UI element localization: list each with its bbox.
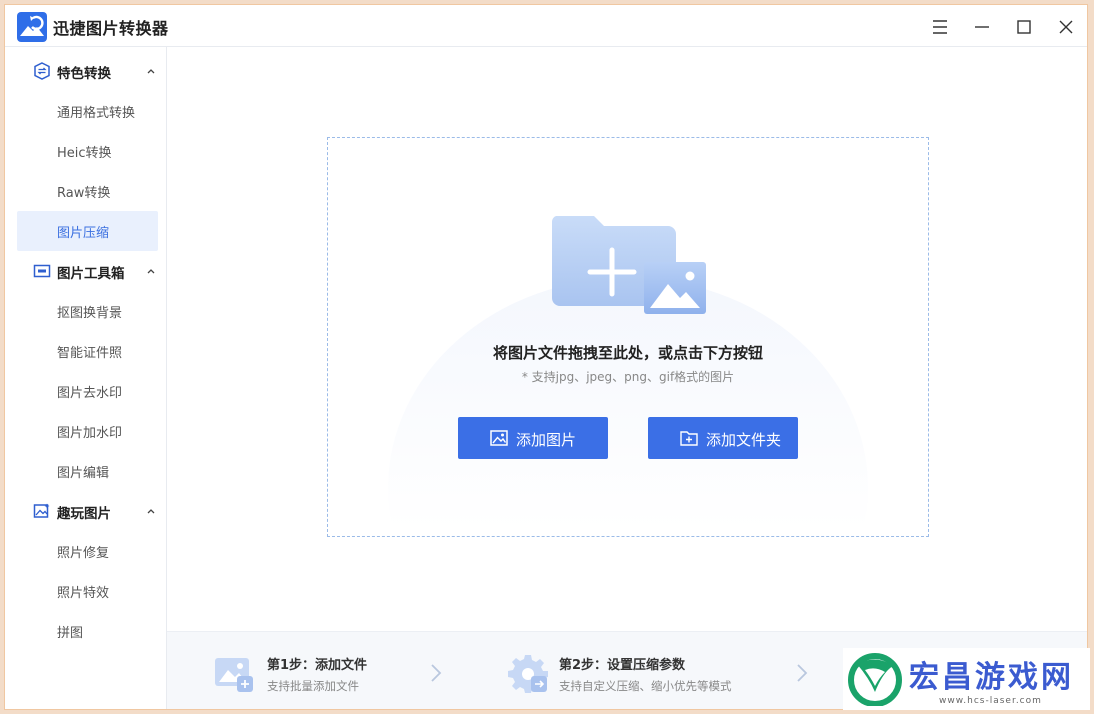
watermark-logo-icon (848, 653, 902, 706)
drop-zone-title: 将图片文件拖拽至此处，或点击下方按钮 (492, 344, 763, 362)
sidebar-item-remove-watermark[interactable]: 图片去水印 (17, 371, 158, 411)
sidebar-item-label: 通用格式转换 (57, 106, 136, 121)
add-folder-illustration-icon (551, 216, 706, 314)
app-logo-icon (17, 12, 47, 42)
sidebar-item-photo-repair[interactable]: 照片修复 (17, 531, 158, 571)
drop-zone[interactable]: 将图片文件拖拽至此处，或点击下方按钮 * 支持jpg、jpeg、png、gif格… (327, 137, 929, 537)
sidebar-item-label: 智能证件照 (57, 346, 123, 361)
group-feature-convert[interactable]: 特色转换 (5, 51, 167, 91)
sidebar-item-label: 抠图换背景 (57, 306, 123, 321)
chevron-up-icon (147, 69, 155, 74)
sidebar-item-id-photo[interactable]: 智能证件照 (17, 331, 158, 371)
sidebar-item-edit[interactable]: 图片编辑 (17, 451, 158, 491)
convert-shield-icon (34, 62, 50, 80)
toolbox-icon (33, 264, 51, 278)
step-2-desc: 支持自定义压缩、缩小优先等模式 (559, 679, 732, 693)
sidebar-item-label: 照片特效 (57, 586, 110, 601)
sidebar-item-label: 图片加水印 (57, 426, 123, 441)
add-file-step-icon (215, 658, 253, 692)
add-image-label: 添加图片 (516, 431, 577, 449)
menu-button[interactable] (927, 14, 953, 40)
sidebar-item-label: 图片编辑 (57, 466, 110, 481)
step-1-desc: 支持批量添加文件 (267, 679, 359, 693)
sidebar-item-add-watermark[interactable]: 图片加水印 (17, 411, 158, 451)
settings-step-icon (508, 655, 548, 693)
group-fun-images[interactable]: 趣玩图片 (5, 491, 167, 531)
title-bar: 迅捷图片转换器 (5, 5, 1087, 47)
sidebar-item-heic[interactable]: Heic转换 (17, 131, 158, 171)
group-label: 特色转换 (57, 66, 111, 82)
sidebar-item-cutout[interactable]: 抠图换背景 (17, 291, 158, 331)
add-image-button[interactable]: 添加图片 (458, 417, 608, 459)
sidebar-item-label: 拼图 (57, 626, 84, 641)
sidebar-item-collage[interactable]: 拼图 (17, 611, 158, 651)
chevron-right-icon (797, 664, 808, 682)
drop-zone-hint: * 支持jpg、jpeg、png、gif格式的图片 (521, 370, 735, 384)
folder-add-icon (680, 431, 698, 446)
sidebar-item-photo-effects[interactable]: 照片特效 (17, 571, 158, 611)
minimize-icon (975, 26, 989, 28)
sidebar: 特色转换 通用格式转换 Heic转换 Raw转换 图片压缩 图片工具箱 抠图换背… (5, 47, 167, 709)
close-button[interactable] (1053, 14, 1079, 40)
sidebar-item-general-format[interactable]: 通用格式转换 (17, 91, 158, 131)
site-watermark: 宏昌游戏网 www.hcs-laser.com (843, 648, 1090, 710)
step-2-title: 第2步：设置压缩参数 (559, 658, 686, 673)
minimize-button[interactable] (969, 14, 995, 40)
sidebar-item-label: 图片去水印 (57, 386, 123, 401)
image-icon (490, 430, 508, 446)
main-panel: 将图片文件拖拽至此处，或点击下方按钮 * 支持jpg、jpeg、png、gif格… (167, 47, 1087, 709)
group-image-toolbox[interactable]: 图片工具箱 (5, 251, 167, 291)
sidebar-item-compress[interactable]: 图片压缩 (17, 211, 158, 251)
hamburger-icon (933, 20, 947, 34)
add-folder-button[interactable]: 添加文件夹 (648, 417, 798, 459)
app-title: 迅捷图片转换器 (53, 19, 169, 38)
add-folder-label: 添加文件夹 (706, 431, 782, 449)
sidebar-item-raw[interactable]: Raw转换 (17, 171, 158, 211)
sidebar-item-label: Heic转换 (57, 146, 112, 161)
chevron-up-icon (147, 509, 155, 514)
step-1-title: 第1步：添加文件 (267, 658, 368, 673)
sidebar-item-label: 图片压缩 (57, 226, 110, 241)
fun-image-icon (33, 503, 50, 518)
group-label: 图片工具箱 (57, 266, 125, 282)
sidebar-item-label: 照片修复 (57, 546, 110, 561)
maximize-button[interactable] (1011, 14, 1037, 40)
app-window: 迅捷图片转换器 特色转换 通用格式转换 Heic转换 Raw转换 图片压缩 图片… (4, 4, 1088, 710)
close-icon (1059, 20, 1073, 34)
chevron-up-icon (147, 269, 155, 274)
watermark-url: www.hcs-laser.com (939, 696, 1042, 706)
watermark-text: 宏昌游戏网 (909, 660, 1074, 695)
maximize-icon (1017, 20, 1031, 34)
chevron-right-icon (431, 664, 442, 682)
sidebar-item-label: Raw转换 (57, 186, 111, 201)
group-label: 趣玩图片 (57, 506, 111, 522)
